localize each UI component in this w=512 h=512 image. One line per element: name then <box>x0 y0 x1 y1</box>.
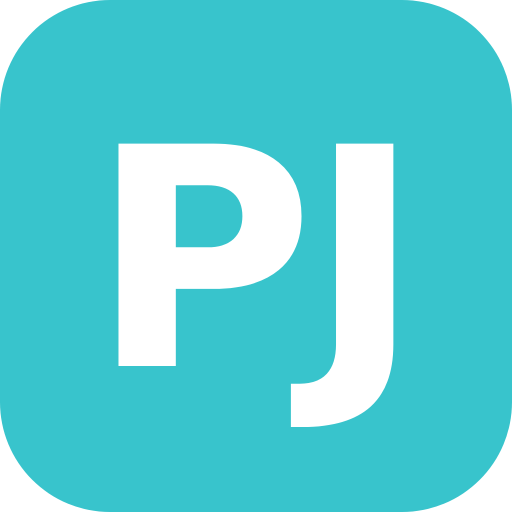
app-icon[interactable]: PJ <box>0 0 512 512</box>
monogram-logo: PJ <box>90 83 421 438</box>
icon-canvas: PJ <box>0 0 512 512</box>
monogram-text: PJ <box>90 83 415 438</box>
